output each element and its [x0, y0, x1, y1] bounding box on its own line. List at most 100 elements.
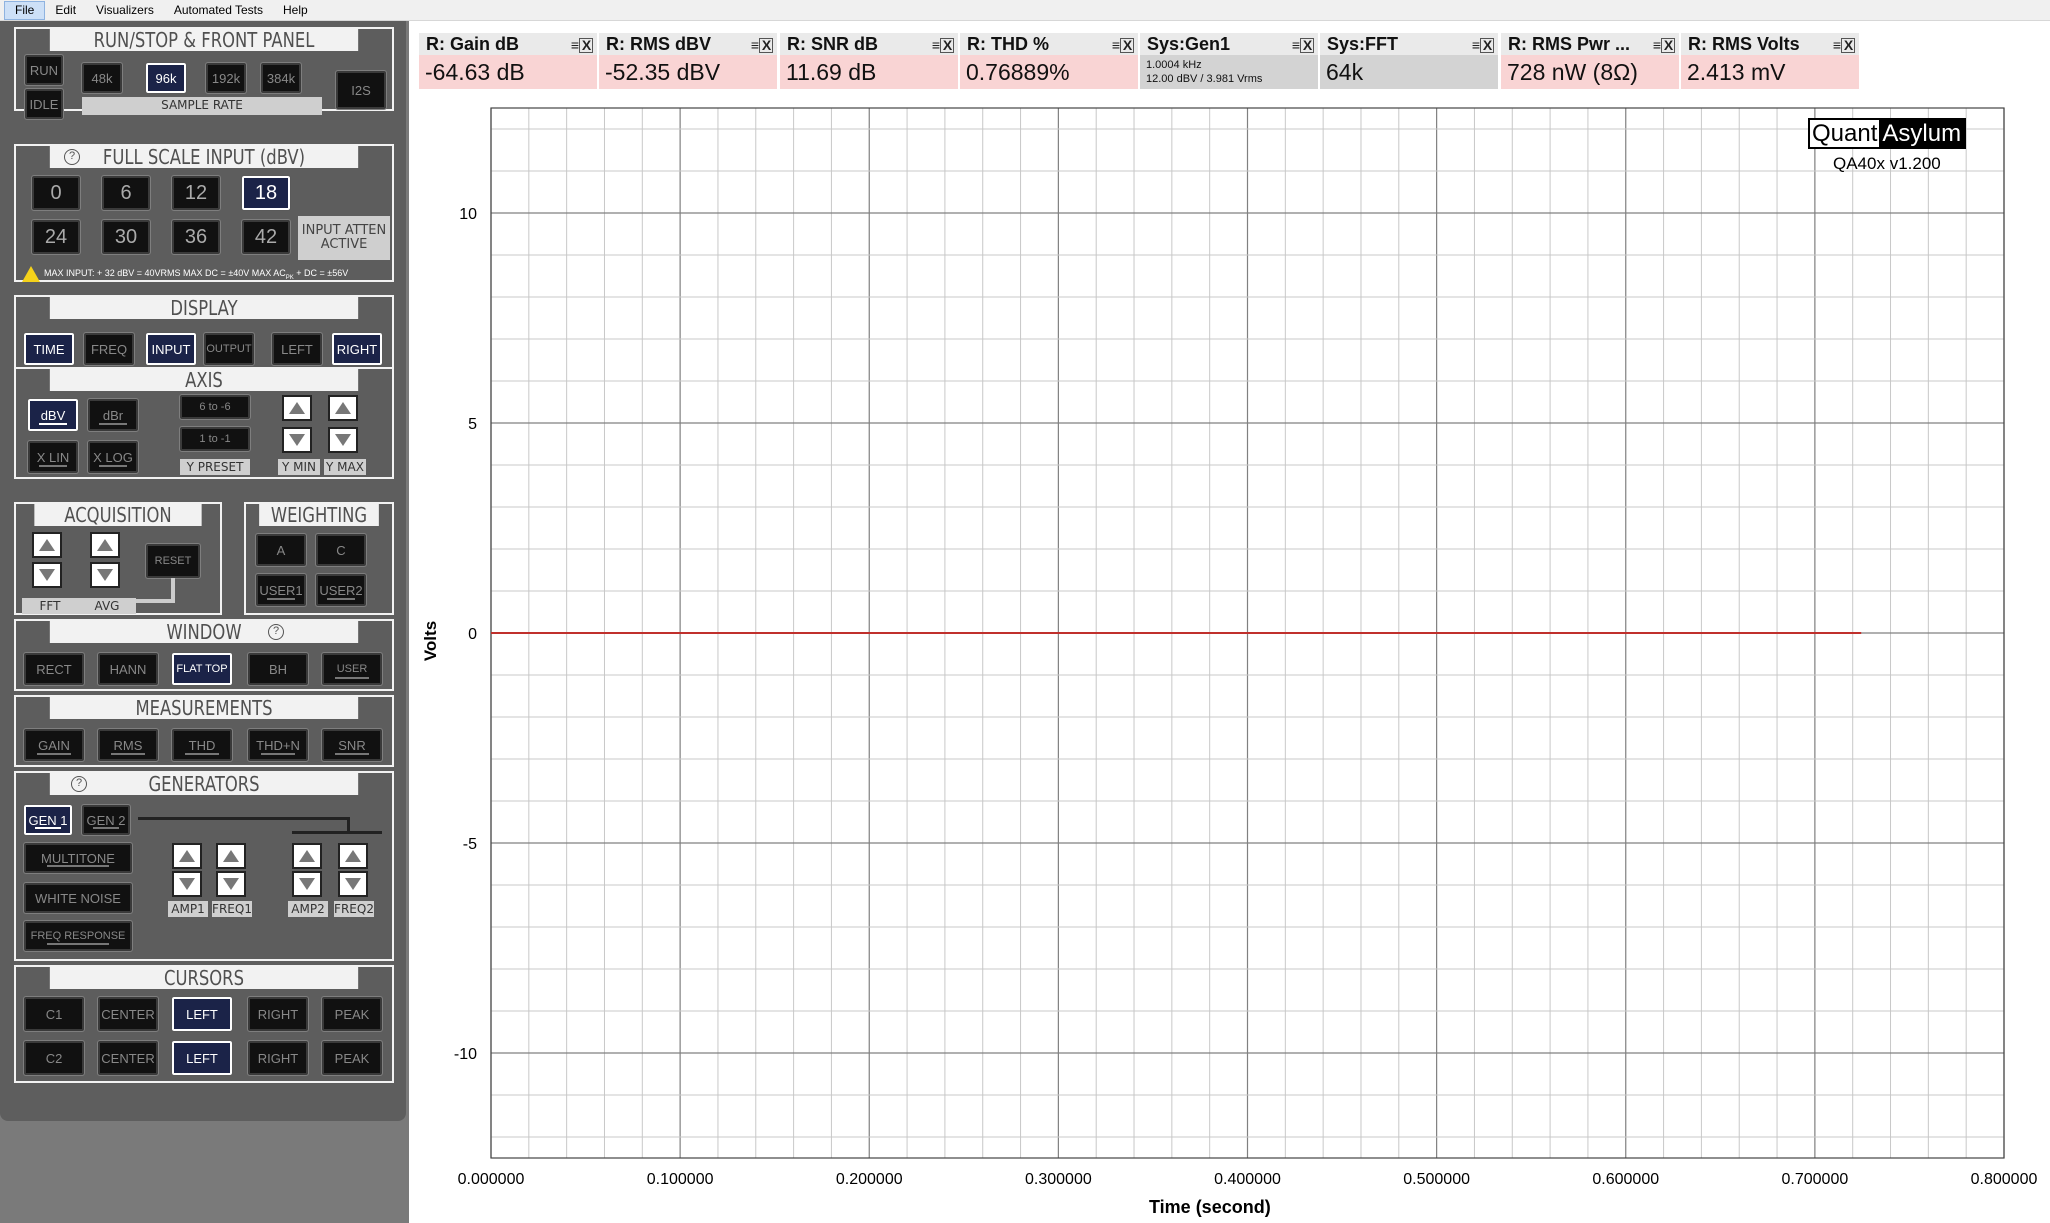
y-tick-label: -5: [463, 836, 477, 853]
axis-xlin-button[interactable]: X LIN: [27, 440, 79, 474]
x-tick-label: 0.500000: [1403, 1171, 1470, 1188]
weighting-user1-button[interactable]: USER1: [255, 573, 307, 607]
idle-button[interactable]: IDLE: [24, 88, 64, 120]
window-user-button[interactable]: USER: [321, 652, 383, 686]
fsi-0-button[interactable]: 0: [31, 175, 81, 211]
rate-48k-button[interactable]: 48k: [81, 62, 123, 94]
window-rect-button[interactable]: RECT: [23, 652, 85, 686]
y-min-up-arrow[interactable]: [282, 395, 312, 421]
amp1-up-arrow[interactable]: [172, 843, 202, 869]
freq1-up-arrow[interactable]: [216, 843, 246, 869]
window-help-icon[interactable]: ?: [268, 624, 284, 640]
meas-gain-button[interactable]: GAIN: [23, 728, 85, 762]
gen2-button[interactable]: GEN 2: [81, 804, 131, 836]
x-tick-label: 0.700000: [1782, 1171, 1849, 1188]
window-flattop-button[interactable]: FLAT TOP: [171, 652, 233, 686]
multitone-button[interactable]: MULTITONE: [23, 842, 133, 874]
fsi-36-button[interactable]: 36: [171, 219, 221, 255]
amp2-down-arrow[interactable]: [292, 871, 322, 897]
y-preset-6-button[interactable]: 6 to -6: [179, 394, 251, 420]
c2-right-button[interactable]: RIGHT: [247, 1040, 309, 1076]
c2-peak-button[interactable]: PEAK: [321, 1040, 383, 1076]
fsi-help-icon[interactable]: ?: [64, 149, 80, 165]
y-max-down-arrow[interactable]: [328, 427, 358, 453]
cursors-title: CURSORS: [49, 967, 359, 989]
acquisition-title: ACQUISITION: [34, 504, 202, 526]
avg-label: AVG: [78, 598, 136, 614]
freq-response-button[interactable]: FREQ RESPONSE: [23, 920, 133, 952]
y-preset-1-button[interactable]: 1 to -1: [179, 426, 251, 452]
meas-snr-button[interactable]: SNR: [321, 728, 383, 762]
generators-help-icon[interactable]: ?: [71, 776, 87, 792]
freq2-label: FREQ2: [334, 901, 374, 917]
avg-up-arrow[interactable]: [90, 532, 120, 558]
axis-xlog-button[interactable]: X LOG: [87, 440, 139, 474]
axis-dbv-button[interactable]: dBV: [27, 398, 79, 432]
window-hann-button[interactable]: HANN: [97, 652, 159, 686]
fsi-42-button[interactable]: 42: [241, 219, 291, 255]
display-right-button[interactable]: RIGHT: [331, 332, 383, 366]
version-label: QA40x v1.200: [1833, 154, 1941, 173]
amp1-down-arrow[interactable]: [172, 871, 202, 897]
rate-384k-button[interactable]: 384k: [260, 62, 302, 94]
c1-peak-button[interactable]: PEAK: [321, 996, 383, 1032]
acquisition-reset-button[interactable]: RESET: [145, 543, 201, 579]
menu-help[interactable]: Help: [273, 2, 318, 19]
sample-rate-label: SAMPLE RATE: [82, 97, 322, 115]
amp2-label: AMP2: [288, 901, 328, 917]
c2-left-button[interactable]: LEFT: [171, 1040, 233, 1076]
fsi-24-button[interactable]: 24: [31, 219, 81, 255]
c1-left-button[interactable]: LEFT: [171, 996, 233, 1032]
fft-up-arrow[interactable]: [32, 532, 62, 558]
rate-192k-button[interactable]: 192k: [205, 62, 247, 94]
meas-thdn-button[interactable]: THD+N: [247, 728, 309, 762]
x-tick-label: 0.100000: [647, 1171, 714, 1188]
meas-thd-button[interactable]: THD: [171, 728, 233, 762]
weighting-c-button[interactable]: C: [315, 533, 367, 567]
c1-right-button[interactable]: RIGHT: [247, 996, 309, 1032]
c1-center-button[interactable]: CENTER: [97, 996, 159, 1032]
y-min-down-arrow[interactable]: [282, 427, 312, 453]
fft-down-arrow[interactable]: [32, 562, 62, 588]
fsi-30-button[interactable]: 30: [101, 219, 151, 255]
i2s-button[interactable]: I2S: [335, 70, 387, 110]
gen1-button[interactable]: GEN 1: [23, 804, 73, 836]
freq1-down-arrow[interactable]: [216, 871, 246, 897]
amp1-label: AMP1: [168, 901, 208, 917]
c2-center-button[interactable]: CENTER: [97, 1040, 159, 1076]
display-freq-button[interactable]: FREQ: [83, 332, 135, 366]
freq2-up-arrow[interactable]: [338, 843, 368, 869]
freq2-down-arrow[interactable]: [338, 871, 368, 897]
window-bh-button[interactable]: BH: [247, 652, 309, 686]
gen2-connector-h: [138, 817, 350, 820]
menu-file[interactable]: File: [4, 0, 46, 20]
display-time-button[interactable]: TIME: [23, 332, 75, 366]
acquisition-bracket-h: [136, 599, 175, 603]
axis-dbr-button[interactable]: dBr: [87, 398, 139, 432]
weighting-a-button[interactable]: A: [255, 533, 307, 567]
meas-rms-button[interactable]: RMS: [97, 728, 159, 762]
display-output-button[interactable]: OUTPUT: [203, 332, 255, 366]
time-domain-plot[interactable]: 0.000000 0.100000 0.200000 0.300000 0.400000…: [409, 21, 2050, 1223]
rate-96k-button[interactable]: 96k: [145, 62, 187, 94]
white-noise-button[interactable]: WHITE NOISE: [23, 882, 133, 914]
weighting-user2-button[interactable]: USER2: [315, 573, 367, 607]
y-max-up-arrow[interactable]: [328, 395, 358, 421]
c1-button[interactable]: C1: [23, 996, 85, 1032]
display-panel: DISPLAY TIME FREQ INPUT OUTPUT LEFT RIGH…: [14, 295, 394, 370]
amp2-up-arrow[interactable]: [292, 843, 322, 869]
y-max-label: Y MAX: [324, 459, 366, 475]
fsi-6-button[interactable]: 6: [101, 175, 151, 211]
fsi-18-button[interactable]: 18: [241, 175, 291, 211]
menu-edit[interactable]: Edit: [45, 2, 86, 19]
avg-down-arrow[interactable]: [90, 562, 120, 588]
display-left-button[interactable]: LEFT: [271, 332, 323, 366]
menu-automated-tests[interactable]: Automated Tests: [164, 2, 273, 19]
full-scale-input-panel: FULL SCALE INPUT (dBV) ? 0 6 12 18 24 30…: [14, 144, 394, 282]
front-panel: RUN/STOP & FRONT PANEL RUN IDLE 48k 96k …: [0, 21, 409, 1223]
fsi-12-button[interactable]: 12: [171, 175, 221, 211]
menu-visualizers[interactable]: Visualizers: [86, 2, 164, 19]
display-input-button[interactable]: INPUT: [145, 332, 197, 366]
run-button[interactable]: RUN: [24, 54, 64, 86]
c2-button[interactable]: C2: [23, 1040, 85, 1076]
